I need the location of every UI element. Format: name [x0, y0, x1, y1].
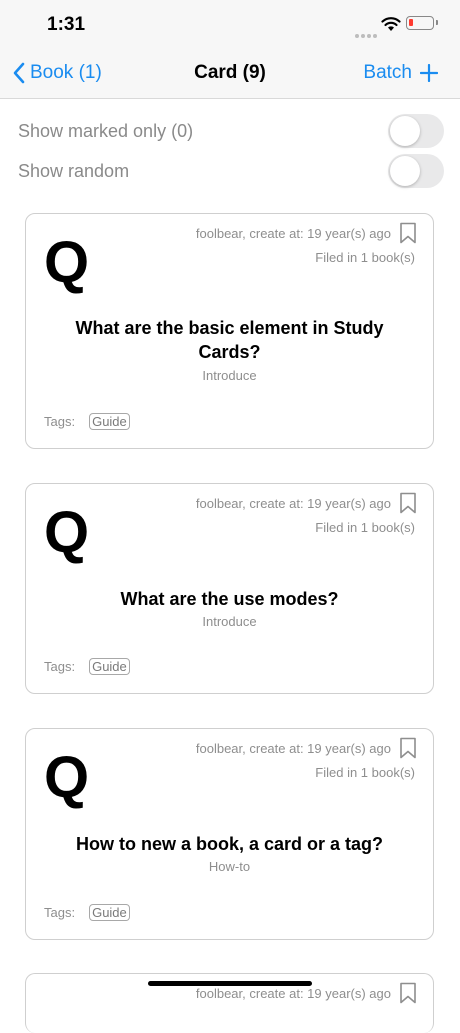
card-filed: Filed in 1 book(s) [315, 520, 415, 535]
show-random-row: Show random [0, 152, 460, 192]
status-bar: 1:31 [0, 0, 460, 48]
card-question: How to new a book, a card or a tag? [75, 834, 384, 854]
question-mark: Q [44, 230, 90, 295]
tag-badge[interactable]: Guide [89, 658, 130, 675]
cellular-signal-icon [355, 25, 379, 43]
card-category: Introduce [202, 614, 257, 629]
show-marked-only-row: Show marked only (0) [0, 112, 460, 152]
card-question: What are the use modes? [120, 589, 339, 609]
card-meta: foolbear, create at: 19 year(s) ago [195, 226, 391, 241]
card-meta: foolbear, create at: 19 year(s) ago [195, 986, 391, 1001]
card-meta: foolbear, create at: 19 year(s) ago [195, 741, 391, 756]
card-tags: Tags: Guide [44, 658, 130, 675]
bookmark-icon[interactable] [399, 737, 417, 759]
bookmark-icon[interactable] [399, 982, 417, 1004]
bookmark-icon[interactable] [399, 492, 417, 514]
card-filed: Filed in 1 book(s) [315, 250, 415, 265]
card-meta: foolbear, create at: 19 year(s) ago [195, 496, 391, 511]
card-item[interactable]: Q foolbear, create at: 19 year(s) ago Fi… [25, 483, 434, 694]
wifi-icon [381, 17, 401, 31]
batch-button-label: Batch [363, 62, 412, 83]
question-mark: Q [44, 500, 90, 565]
card-category: How-to [208, 859, 251, 874]
show-marked-only-label: Show marked only (0) [18, 121, 194, 141]
back-button[interactable]: Book (1) [12, 62, 102, 84]
card-item[interactable]: Q foolbear, create at: 19 year(s) ago Fi… [25, 213, 434, 449]
card-tags: Tags: Guide [44, 904, 130, 921]
tag-badge[interactable]: Guide [89, 904, 130, 921]
tags-label: Tags: [44, 905, 76, 920]
back-button-label: Book (1) [30, 62, 102, 83]
batch-button[interactable]: Batch [363, 62, 438, 84]
bookmark-icon[interactable] [399, 222, 417, 244]
plus-icon[interactable] [420, 64, 438, 82]
home-indicator[interactable] [148, 981, 312, 986]
tag-badge[interactable]: Guide [89, 413, 130, 430]
card-question: What are the basic element in Study Card… [75, 318, 384, 362]
card-item[interactable]: Q foolbear, create at: 19 year(s) ago Fi… [25, 728, 434, 940]
tags-label: Tags: [44, 414, 76, 429]
show-random-toggle[interactable] [388, 154, 444, 188]
tags-label: Tags: [44, 659, 76, 674]
chevron-left-icon [13, 62, 25, 84]
card-filed: Filed in 1 book(s) [315, 765, 415, 780]
status-time: 1:31 [47, 14, 86, 35]
question-mark: Q [44, 745, 90, 810]
show-random-label: Show random [18, 161, 130, 181]
show-marked-only-toggle[interactable] [388, 114, 444, 148]
navigation-bar: Book (1) Card (9) Batch [0, 48, 460, 99]
card-tags: Tags: Guide [44, 413, 130, 430]
battery-icon [406, 16, 438, 30]
card-category: Introduce [202, 368, 257, 383]
